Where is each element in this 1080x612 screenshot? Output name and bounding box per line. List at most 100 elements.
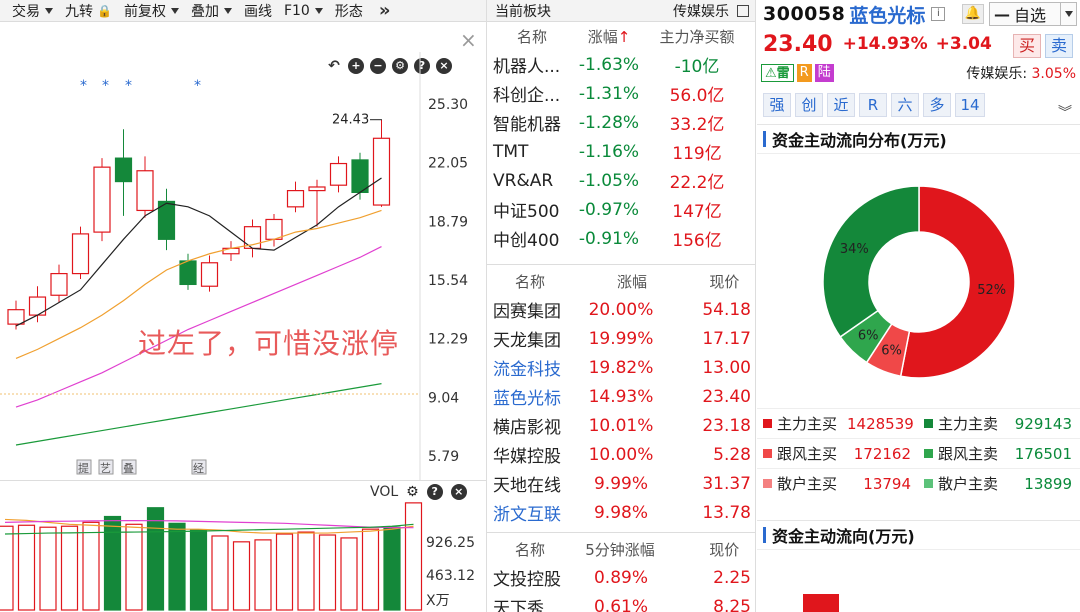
stock-row[interactable]: 天龙集团 19.99% 17.17 (487, 324, 755, 353)
header-net[interactable]: 主力净买额 (647, 26, 747, 47)
kline-chart-area[interactable]: × ↶ + − ⚙ ? × 25.30 22.05 18.79 15.54 12.29 9… (0, 22, 486, 612)
volume-bar-down (189, 529, 208, 611)
stocks-header-price[interactable]: 现价 (670, 271, 755, 292)
stock-row-price: 5.28 (713, 444, 751, 465)
warning-tag[interactable]: ⚠雷 (761, 64, 794, 82)
volume-bar-up (0, 525, 14, 611)
toolbar-adjust[interactable]: 前复权 (124, 1, 179, 21)
toolbar-trade-label: 交易 (12, 3, 40, 20)
stock-name[interactable]: 蓝色光标 (849, 1, 925, 28)
watchlist-caret[interactable] (1060, 3, 1076, 25)
sector-row-chg: -1.31% (578, 83, 640, 104)
toolbar-nine-turn[interactable]: 九转 🔒 (65, 1, 112, 21)
stock-row[interactable]: 横店影视 10.01% 23.18 (487, 411, 755, 440)
sector-rows: 机器人... -1.63% -10亿 科创企... -1.31% 56.0亿 智能机器 -1.… (487, 50, 755, 253)
kline-svg: 25.30 22.05 18.79 15.54 12.29 9.04 5.79 * * * * 24.… (0, 52, 475, 611)
speed-header-price[interactable]: 现价 (670, 539, 755, 560)
sector-row-net: -10亿 (674, 57, 720, 77)
land-tag[interactable]: 陆 (814, 64, 834, 82)
chevron-down-icon (170, 7, 179, 14)
r-tag[interactable]: R (796, 64, 812, 82)
bell-icon[interactable]: 🔔 (962, 4, 984, 24)
sector-row-chg: -1.28% (578, 112, 640, 133)
header-chg[interactable]: 涨幅↑ (571, 26, 647, 47)
capital-dist-title: 资金主动流向分布(万元) (757, 124, 1080, 154)
speed-header-name[interactable]: 名称 (487, 539, 570, 560)
speed-row[interactable]: 文投控股 0.89% 2.25 (487, 563, 755, 592)
capital-sell-label: 跟风主卖 (938, 445, 999, 463)
toolbar-pattern[interactable]: 形态 (335, 1, 363, 21)
sector-change-label: 传媒娱乐: (966, 66, 1028, 82)
volume-bar-up (17, 524, 36, 611)
section-divider (487, 253, 755, 265)
sell-button[interactable]: 卖 (1045, 34, 1073, 58)
buy-button[interactable]: 买 (1013, 34, 1041, 58)
volume-settings-icon[interactable]: ⚙ (406, 484, 419, 500)
candle-up (50, 272, 68, 296)
section-divider-2 (487, 527, 755, 533)
info-icon[interactable]: i (931, 7, 946, 21)
header-name[interactable]: 名称 (487, 26, 571, 47)
function-button[interactable]: 多 (923, 93, 951, 117)
stock-row[interactable]: 流金科技 19.82% 13.00 (487, 353, 755, 382)
sector-row[interactable]: 中证500 -0.97% 147亿 (487, 195, 755, 224)
volume-bar-down (103, 515, 122, 611)
stock-row-name: 流金科技 (493, 360, 561, 380)
sector-row[interactable]: 机器人... -1.63% -10亿 (487, 50, 755, 79)
volume-bar-up (39, 526, 57, 611)
function-button[interactable]: 近 (827, 93, 855, 117)
toolbar-overlay[interactable]: 叠加 (191, 1, 232, 21)
legend-swatch (763, 419, 772, 428)
capital-buy-value: 13794 (863, 474, 911, 493)
sector-row[interactable]: 中创400 -0.91% 156亿 (487, 224, 755, 253)
volume-bar-up (232, 541, 251, 611)
capital-sell-value: 176501 (1014, 444, 1072, 463)
function-button[interactable]: 14 (955, 93, 985, 117)
volume-help-icon[interactable]: ? (426, 484, 443, 500)
function-button[interactable]: 强 (763, 93, 791, 117)
speed-header-chg[interactable]: 5分钟涨幅 (570, 539, 669, 560)
section-bar (763, 527, 766, 543)
function-button[interactable]: R (859, 93, 887, 117)
stock-row[interactable]: 蓝色光标 14.93% 23.40 (487, 382, 755, 411)
sector-name-wrap: 传媒娱乐 (673, 1, 749, 21)
capital-buy-cell: 散户主买 13794 (757, 473, 918, 494)
capital-buy-label: 跟风主买 (777, 445, 838, 463)
speed-row[interactable]: 天下秀 0.61% 8.25 (487, 592, 755, 612)
sector-row-net: 33.2亿 (669, 115, 725, 135)
sector-row-net: 56.0亿 (669, 86, 725, 106)
function-button[interactable]: 六 (891, 93, 919, 117)
stock-row-price: 54.18 (702, 299, 751, 320)
collapse-icon[interactable]: ︾ (1058, 102, 1072, 122)
volume-bar-up (275, 533, 294, 611)
stock-row-name: 天龙集团 (493, 331, 561, 351)
stock-row[interactable]: 浙文互联 9.98% 13.78 (487, 498, 755, 527)
capital-buy-cell: 主力主买 1428539 (757, 413, 918, 434)
stock-row[interactable]: 华媒控股 10.00% 5.28 (487, 440, 755, 469)
watchlist-dropdown[interactable]: — 自选 (989, 2, 1077, 26)
sector-row[interactable]: TMT -1.16% 119亿 (487, 137, 755, 166)
toolbar-trade[interactable]: 交易 (12, 1, 53, 21)
stock-row[interactable]: 天地在线 9.99% 31.37 (487, 469, 755, 498)
sector-row[interactable]: 智能机器 -1.28% 33.2亿 (487, 108, 755, 137)
stock-row-chg: 9.99% (593, 473, 648, 494)
sector-row[interactable]: VR&AR -1.05% 22.2亿 (487, 166, 755, 195)
function-button[interactable]: 创 (795, 93, 823, 117)
expand-icon[interactable] (737, 4, 749, 17)
speed-row-chg: 0.61% (593, 596, 648, 612)
volume-close-icon[interactable]: × (450, 484, 467, 500)
stocks-header-chg[interactable]: 涨幅 (570, 271, 669, 292)
sector-name[interactable]: 传媒娱乐 (673, 1, 729, 21)
toolbar-f10[interactable]: F10 (284, 3, 323, 19)
stocks-header-name[interactable]: 名称 (487, 271, 570, 292)
volume-bar-up (211, 535, 229, 611)
stock-row[interactable]: 因赛集团 20.00% 54.18 (487, 295, 755, 324)
legend-swatch (924, 449, 933, 458)
capital-buy-label: 主力主买 (777, 415, 838, 433)
price-axis-label: 5.79 (428, 449, 459, 465)
toolbar-draw[interactable]: 画线 (244, 1, 272, 21)
event-marker-label: 艺 (100, 462, 111, 475)
sector-row-name: TMT (493, 141, 529, 162)
more-icon[interactable]: » (379, 0, 391, 21)
sector-row[interactable]: 科创企... -1.31% 56.0亿 (487, 79, 755, 108)
